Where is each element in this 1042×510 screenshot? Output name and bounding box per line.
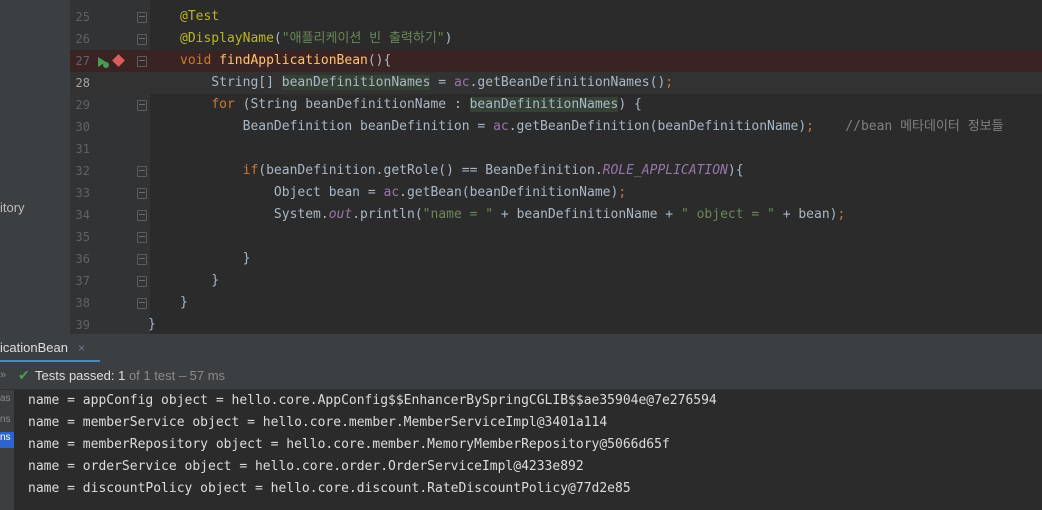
- test-tree-strip: as ns ns: [0, 390, 14, 510]
- test-status-prefix: Tests passed:: [35, 368, 119, 383]
- code-line[interactable]: 32 if(beanDefinition.getRole() == BeanDe…: [70, 160, 1042, 182]
- test-tree-item[interactable]: as: [0, 393, 11, 404]
- fold-marker-icon[interactable]: [137, 34, 147, 45]
- code-text: if(beanDefinition.getRole() == BeanDefin…: [242, 163, 744, 178]
- code-line[interactable]: 30 BeanDefinition beanDefinition = ac.ge…: [70, 116, 1042, 138]
- code-text: }: [180, 251, 251, 266]
- project-tree-item[interactable]: itory: [0, 200, 25, 215]
- line-number: 33: [75, 186, 90, 200]
- code-line[interactable]: 35: [70, 226, 1042, 248]
- line-number: 25: [75, 10, 90, 24]
- console-output[interactable]: name = appConfig object = hello.core.App…: [14, 390, 1042, 510]
- code-text: BeanDefinition beanDefinition = ac.getBe…: [180, 119, 1004, 134]
- code-line[interactable]: 34 System.out.println("name = " + beanDe…: [70, 204, 1042, 226]
- line-number: 26: [75, 32, 90, 46]
- line-number: 34: [75, 208, 90, 222]
- expand-chevron-icon[interactable]: »: [0, 362, 6, 389]
- code-text: @DisplayName("애플리케이션 빈 출력하기"): [180, 31, 453, 46]
- code-line[interactable]: 38}: [70, 292, 1042, 314]
- code-text: }: [148, 317, 156, 332]
- fold-marker-icon[interactable]: [137, 210, 147, 221]
- line-number: 36: [75, 252, 90, 266]
- code-line[interactable]: 37 }: [70, 270, 1042, 292]
- fold-marker-icon[interactable]: [137, 298, 147, 309]
- line-number: 37: [75, 274, 90, 288]
- fold-marker-icon[interactable]: [137, 56, 147, 67]
- fold-marker-icon[interactable]: [137, 188, 147, 199]
- line-number: 39: [75, 318, 90, 332]
- close-icon[interactable]: ×: [78, 341, 85, 355]
- check-icon: ✔: [18, 367, 30, 383]
- console-line: name = memberService object = hello.core…: [28, 415, 608, 430]
- code-text: System.out.println("name = " + beanDefin…: [180, 207, 846, 222]
- fold-marker-icon[interactable]: [137, 276, 147, 287]
- code-text: String[] beanDefinitionNames = ac.getBea…: [180, 75, 674, 90]
- code-line[interactable]: 25 @Test: [70, 6, 1042, 28]
- code-line[interactable]: 29 for (String beanDefinitionName : bean…: [70, 94, 1042, 116]
- code-line[interactable]: 28 String[] beanDefinitionNames = ac.get…: [70, 72, 1042, 94]
- test-status-detail: of 1 test – 57 ms: [125, 368, 226, 383]
- fold-marker-icon[interactable]: [137, 100, 147, 111]
- test-result-summary: Tests passed: 1 of 1 test – 57 ms: [35, 362, 225, 389]
- line-number: 35: [75, 230, 90, 244]
- run-test-icon[interactable]: [96, 54, 110, 68]
- fold-marker-icon[interactable]: [137, 254, 147, 265]
- code-text: for (String beanDefinitionName : beanDef…: [211, 97, 642, 112]
- code-text: @Test: [180, 9, 220, 24]
- console-line: name = orderService object = hello.core.…: [28, 459, 584, 474]
- line-number: 28: [75, 76, 90, 90]
- fold-marker-icon[interactable]: [137, 12, 147, 23]
- test-tree-item-selected[interactable]: ns: [0, 432, 14, 448]
- code-line[interactable]: 36 }: [70, 248, 1042, 270]
- line-number: 38: [75, 296, 90, 310]
- code-text: Object bean = ac.getBean(beanDefinitionN…: [180, 185, 627, 200]
- run-tab-label: icationBean: [0, 340, 68, 355]
- run-tool-tabbar: icationBean ×: [0, 334, 1042, 363]
- code-line[interactable]: 31: [70, 138, 1042, 160]
- line-number: 31: [75, 142, 90, 156]
- console-line: name = memberRepository object = hello.c…: [28, 437, 670, 452]
- fold-marker-icon[interactable]: [137, 166, 147, 177]
- project-panel: itory: [0, 0, 70, 334]
- code-text: }: [180, 295, 188, 310]
- code-line[interactable]: 39}: [70, 314, 1042, 336]
- console-line: name = discountPolicy object = hello.cor…: [28, 481, 631, 496]
- code-line[interactable]: 27 void findApplicationBean(){: [70, 50, 1042, 72]
- code-line[interactable]: 26 @DisplayName("애플리케이션 빈 출력하기"): [70, 28, 1042, 50]
- line-number: 27: [75, 54, 90, 68]
- test-tree-item[interactable]: ns: [0, 414, 11, 425]
- line-number: 30: [75, 120, 90, 134]
- console-line: name = appConfig object = hello.core.App…: [28, 393, 717, 408]
- code-text: void findApplicationBean(){: [180, 53, 392, 68]
- run-tab[interactable]: icationBean ×: [0, 334, 95, 362]
- test-status-bar: » ✔ Tests passed: 1 of 1 test – 57 ms: [0, 362, 1042, 390]
- code-text: }: [180, 273, 220, 288]
- fold-marker-icon[interactable]: [137, 232, 147, 243]
- line-number: 29: [75, 98, 90, 112]
- code-line[interactable]: 33 Object bean = ac.getBean(beanDefiniti…: [70, 182, 1042, 204]
- breakpoint-icon[interactable]: [112, 54, 125, 67]
- line-number: 32: [75, 164, 90, 178]
